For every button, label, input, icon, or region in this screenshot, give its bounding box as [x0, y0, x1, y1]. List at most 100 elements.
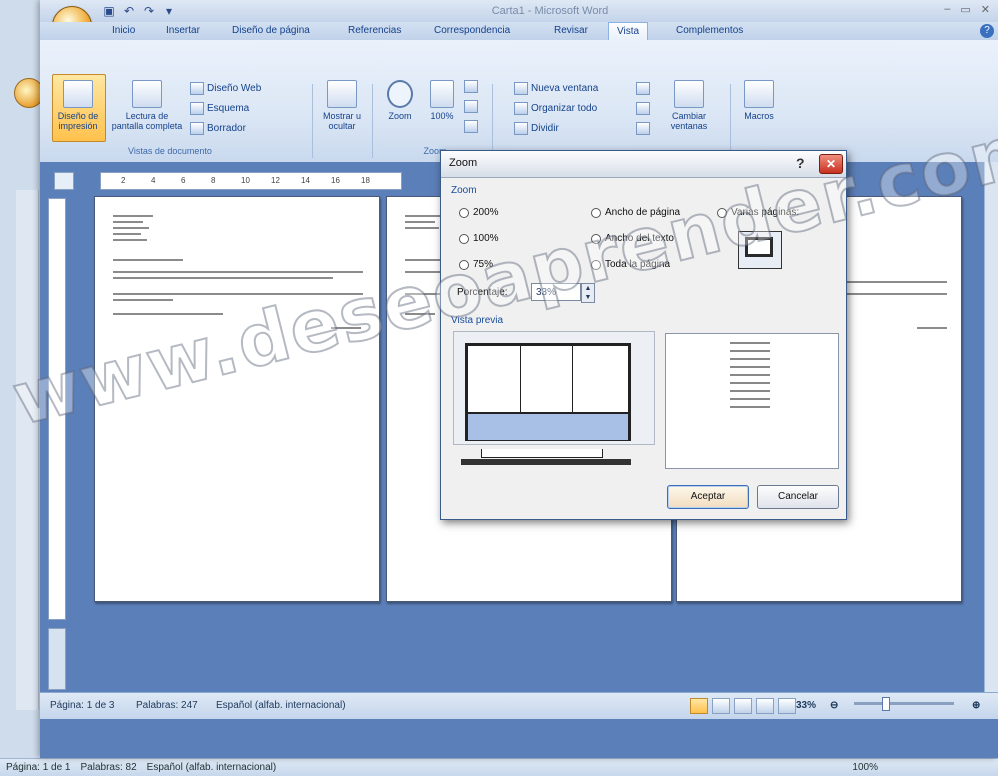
tab-complementos[interactable]: Complementos — [668, 22, 751, 40]
vertical-scrollbar[interactable] — [984, 162, 998, 692]
tab-vista[interactable]: Vista — [608, 22, 649, 42]
outline-button[interactable]: Esquema — [190, 102, 249, 115]
web-icon — [190, 82, 204, 95]
page-width-button[interactable] — [464, 120, 481, 133]
text-line — [847, 281, 947, 283]
zoom-in-icon[interactable]: ⊕ — [972, 700, 980, 711]
switch-windows-button[interactable]: Cambiar ventanas — [660, 80, 718, 131]
tab-inicio[interactable]: Inicio — [104, 22, 143, 40]
one-page-button[interactable] — [464, 80, 481, 93]
text-line — [113, 259, 183, 261]
radio-button[interactable] — [459, 207, 469, 218]
full-screen-view-icon[interactable] — [712, 698, 730, 714]
zoom-100-button[interactable]: 100% — [424, 80, 460, 121]
back-status-language[interactable]: Español (alfab. internacional) — [147, 762, 277, 773]
text-line — [113, 233, 141, 235]
view-buttons — [690, 698, 796, 714]
zoom-button-label: Zoom — [388, 111, 412, 121]
reset-position-icon — [636, 122, 650, 135]
split-label: Dividir — [531, 123, 559, 135]
show-hide-icon — [327, 80, 357, 108]
tab-insertar[interactable]: Insertar — [158, 22, 208, 40]
zoom-slider[interactable] — [854, 702, 954, 705]
zoom-button[interactable]: Zoom — [380, 80, 420, 121]
tab-correspondencia[interactable]: Correspondencia — [426, 22, 518, 40]
status-zoom[interactable]: 33% — [796, 700, 816, 711]
macros-label: Macros — [744, 111, 774, 121]
accept-button[interactable]: Aceptar — [667, 485, 749, 509]
tab-selector[interactable] — [54, 172, 74, 190]
macros-icon — [744, 80, 774, 108]
draft-icon — [190, 122, 204, 135]
help-icon[interactable]: ? — [980, 24, 994, 38]
macros-button[interactable]: Macros — [736, 80, 782, 121]
full-screen-label: Lectura de pantalla completa — [111, 111, 183, 131]
draft-view-icon[interactable] — [778, 698, 796, 714]
preview-text-line — [730, 366, 770, 368]
print-layout-view-icon[interactable] — [690, 698, 708, 714]
radio-button[interactable] — [459, 233, 469, 244]
quick-access-toolbar: ▣ ↶ ↷ ▾ — [102, 4, 176, 18]
status-page[interactable]: Página: 1 de 3 — [50, 700, 115, 711]
page-width-icon — [464, 120, 478, 133]
cancel-button[interactable]: Cancelar — [757, 485, 839, 509]
full-screen-button[interactable]: Lectura de pantalla completa — [110, 80, 184, 131]
reset-position-button[interactable] — [636, 122, 653, 135]
outline-view-icon[interactable] — [756, 698, 774, 714]
horizontal-ruler[interactable]: 2 4 6 8 10 12 14 16 18 — [100, 172, 402, 190]
ruler-tick: 14 — [301, 176, 310, 185]
maximize-button[interactable]: ▭ — [960, 3, 970, 16]
status-words[interactable]: Palabras: 247 — [136, 700, 198, 711]
undo-icon[interactable]: ↶ — [122, 4, 136, 18]
tab-diseno-pagina[interactable]: Diseño de página — [224, 22, 318, 40]
preview-text-line — [730, 342, 770, 344]
two-pages-button[interactable] — [464, 100, 481, 113]
preview-text-line — [730, 358, 770, 360]
arrange-all-button[interactable]: Organizar todo — [514, 102, 597, 115]
tab-referencias[interactable]: Referencias — [340, 22, 409, 40]
status-bar: Página: 1 de 3 Palabras: 247 Español (al… — [40, 692, 998, 719]
split-button[interactable]: Dividir — [514, 122, 559, 135]
web-layout-label: Diseño Web — [207, 83, 262, 95]
ruler-tick: 6 — [181, 176, 186, 185]
new-window-label: Nueva ventana — [531, 83, 599, 95]
web-layout-button[interactable]: Diseño Web — [190, 82, 261, 95]
side-by-side-button[interactable] — [636, 82, 653, 95]
sync-scroll-button[interactable] — [636, 102, 653, 115]
new-window-icon — [514, 82, 528, 95]
draft-label: Borrador — [207, 123, 246, 135]
redo-icon[interactable]: ↷ — [142, 4, 156, 18]
web-view-icon[interactable] — [734, 698, 752, 714]
save-icon[interactable]: ▣ — [102, 4, 116, 18]
customize-icon[interactable]: ▾ — [162, 4, 176, 18]
text-line — [113, 271, 363, 273]
draft-button[interactable]: Borrador — [190, 122, 246, 135]
close-window-button[interactable]: ✕ — [981, 3, 990, 16]
magnifier-icon — [387, 80, 413, 108]
zoom-slider-thumb[interactable] — [882, 697, 890, 711]
arrange-all-label: Organizar todo — [531, 103, 598, 115]
back-status-zoom[interactable]: 100% — [852, 762, 878, 773]
back-status-page[interactable]: Página: 1 de 1 — [6, 762, 71, 773]
ruler-tick: 2 — [121, 176, 126, 185]
separator — [372, 84, 373, 158]
new-window-button[interactable]: Nueva ventana — [514, 82, 598, 95]
text-line — [113, 221, 143, 223]
text-line — [113, 239, 147, 241]
text-line — [113, 227, 149, 229]
full-screen-icon — [132, 80, 162, 108]
text-line — [847, 293, 947, 295]
back-vertical-ruler — [16, 190, 39, 710]
text-line — [113, 299, 173, 301]
tab-revisar[interactable]: Revisar — [546, 22, 596, 40]
status-language[interactable]: Español (alfab. internacional) — [216, 700, 346, 711]
arrange-icon — [514, 102, 528, 115]
back-status-words[interactable]: Palabras: 82 — [81, 762, 137, 773]
show-hide-button[interactable]: Mostrar u ocultar — [318, 80, 366, 131]
minimize-button[interactable]: – — [944, 3, 950, 16]
radio-200[interactable]: 200% — [459, 207, 499, 218]
zoom-out-icon[interactable]: ⊖ — [830, 700, 838, 711]
dialog-title: Zoom — [449, 157, 478, 169]
vistas-group-label: Vistas de documento — [128, 146, 212, 156]
preview-text-line — [730, 398, 770, 400]
